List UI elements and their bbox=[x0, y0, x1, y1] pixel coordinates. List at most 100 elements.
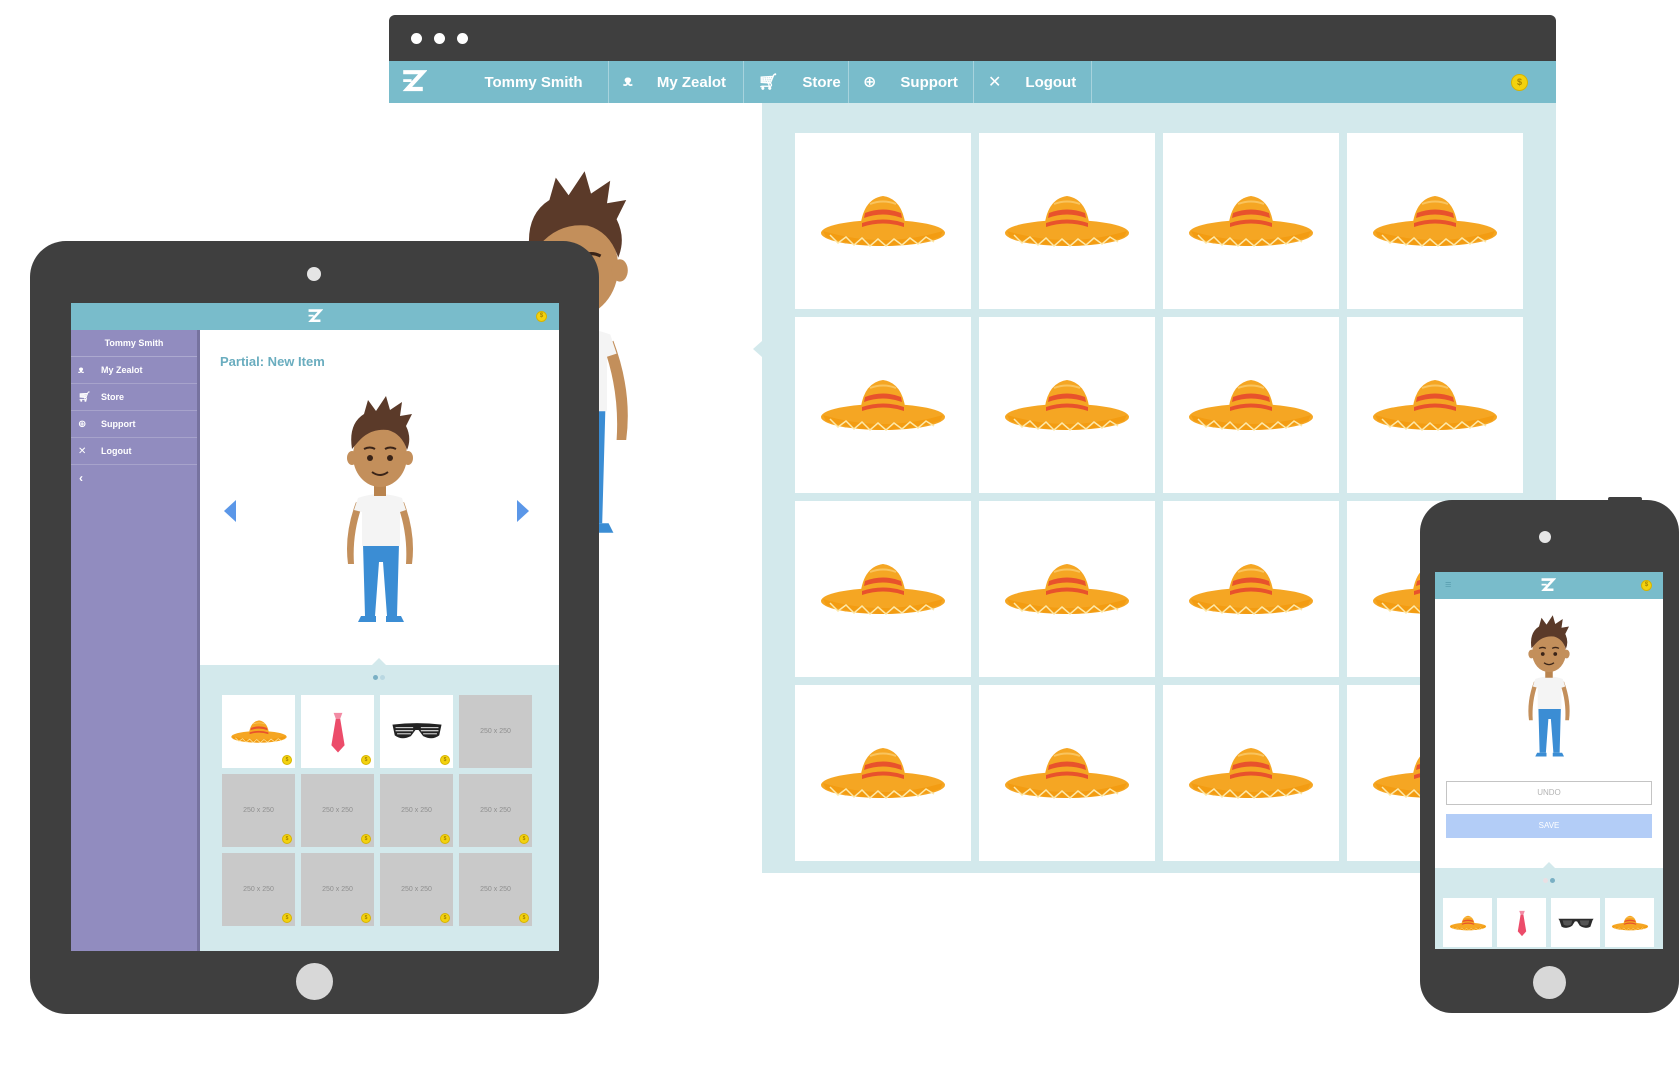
sidebar-user-name[interactable]: Tommy Smith bbox=[71, 330, 197, 357]
window-dot bbox=[411, 33, 422, 44]
panel-pointer bbox=[372, 658, 386, 665]
sombrero-icon bbox=[1186, 191, 1316, 251]
nav-item-label: Store bbox=[802, 73, 841, 91]
item-tile[interactable]: $ bbox=[222, 695, 295, 768]
browser-title-bar bbox=[389, 15, 1556, 61]
sidebar-item-support[interactable]: ⊕ Support bbox=[71, 411, 197, 438]
coin-icon: $ bbox=[519, 834, 529, 844]
store-item-tile[interactable] bbox=[795, 133, 971, 309]
panel-pointer bbox=[753, 341, 762, 357]
nav-item-label: My Zealot bbox=[656, 73, 727, 91]
sidebar-item-label: Store bbox=[101, 392, 125, 402]
pager-dot-active[interactable] bbox=[373, 675, 378, 680]
sunglasses-icon bbox=[1557, 915, 1595, 931]
item-tile[interactable]: 250 x 250 $ bbox=[222, 853, 295, 926]
pager-dot[interactable] bbox=[380, 675, 385, 680]
store-item-tile[interactable] bbox=[1163, 685, 1339, 861]
item-tile[interactable]: 250 x 250 $ bbox=[459, 853, 532, 926]
zealot-logo-icon[interactable] bbox=[306, 308, 323, 325]
store-item-tile[interactable] bbox=[795, 685, 971, 861]
pager-dot[interactable] bbox=[1543, 878, 1548, 883]
close-icon: ✕ bbox=[988, 74, 1002, 91]
sombrero-icon bbox=[230, 718, 288, 745]
save-button[interactable]: SAVE bbox=[1446, 814, 1652, 838]
store-item-tile[interactable] bbox=[1163, 317, 1339, 493]
tablet-item-grid: $ $ $250 x 250 250 x 250 $250 x 250 $250 x 25… bbox=[222, 695, 532, 926]
undo-button[interactable]: UNDO bbox=[1446, 781, 1652, 805]
item-picker-panel: $ $ $250 x 250 250 x 250 $250 x 250 $250 x 25… bbox=[200, 658, 559, 951]
store-item-tile[interactable] bbox=[1347, 317, 1523, 493]
phone-camera bbox=[1539, 531, 1551, 543]
sidebar-item-my-zealot[interactable]: ᴥ My Zealot bbox=[71, 357, 197, 384]
pager-dots[interactable] bbox=[372, 673, 386, 680]
coin-icon: $ bbox=[361, 913, 371, 923]
cart-icon: 🛒︎ bbox=[78, 391, 91, 403]
page-title: Partial: New Item bbox=[220, 354, 325, 369]
item-tile[interactable] bbox=[1443, 898, 1492, 947]
pager-dot-active[interactable] bbox=[1550, 878, 1555, 883]
chevron-left-icon[interactable]: ‹ bbox=[71, 465, 197, 492]
nav-item-logout[interactable]: ✕ Logout bbox=[974, 61, 1092, 103]
phone-top-bar: ≡ $ bbox=[1435, 572, 1663, 599]
placeholder-label: 250 x 250 bbox=[480, 886, 511, 893]
nav-item-label: Support bbox=[900, 73, 958, 91]
nav-item-store[interactable]: 🛒︎ Store bbox=[744, 61, 849, 103]
phone-home-button bbox=[1533, 966, 1566, 999]
item-tile[interactable]: 250 x 250 $ bbox=[301, 853, 374, 926]
item-tile[interactable]: $ bbox=[301, 695, 374, 768]
next-arrow-icon[interactable] bbox=[517, 500, 529, 522]
coin-icon[interactable]: $ bbox=[1641, 580, 1652, 591]
tie-icon bbox=[327, 709, 349, 755]
sombrero-icon bbox=[1002, 743, 1132, 803]
item-tile[interactable] bbox=[1551, 898, 1600, 947]
nav-item-support[interactable]: ⊕ Support bbox=[849, 61, 974, 103]
store-item-tile[interactable] bbox=[979, 501, 1155, 677]
sombrero-icon bbox=[1002, 559, 1132, 619]
store-item-tile[interactable] bbox=[979, 317, 1155, 493]
sombrero-icon bbox=[1370, 191, 1500, 251]
sidebar-item-label: Support bbox=[101, 419, 136, 429]
hamburger-menu-icon[interactable]: ≡ bbox=[1445, 580, 1451, 591]
coin-icon: $ bbox=[361, 834, 371, 844]
previous-arrow-icon[interactable] bbox=[224, 500, 236, 522]
tablet-screen: $ Tommy Smith ᴥ My Zealot 🛒︎ Store ⊕ Sup… bbox=[71, 303, 559, 951]
zealot-logo-icon[interactable] bbox=[399, 68, 427, 96]
tablet-main-content: Partial: New Item $ $ $250 x 250 250 x 250 $… bbox=[200, 330, 559, 951]
user-name-label: Tommy Smith bbox=[484, 73, 583, 91]
item-tile[interactable]: $ bbox=[380, 695, 453, 768]
store-item-tile[interactable] bbox=[795, 317, 971, 493]
item-tile[interactable]: 250 x 250 $ bbox=[380, 853, 453, 926]
sombrero-icon bbox=[818, 559, 948, 619]
nav-user-name[interactable]: Tommy Smith bbox=[459, 61, 609, 103]
item-tile[interactable]: 250 x 250 $ bbox=[459, 774, 532, 847]
cart-icon: 🛒︎ bbox=[758, 74, 779, 91]
store-item-tile[interactable] bbox=[795, 501, 971, 677]
store-item-tile[interactable] bbox=[1347, 133, 1523, 309]
coin-icon: $ bbox=[519, 913, 529, 923]
store-item-tile[interactable] bbox=[1163, 501, 1339, 677]
nav-item-my-zealot[interactable]: ᴥ My Zealot bbox=[609, 61, 744, 103]
tablet-top-bar: $ bbox=[71, 303, 559, 330]
sombrero-icon bbox=[1449, 914, 1487, 932]
item-tile[interactable]: 250 x 250 $ bbox=[301, 774, 374, 847]
pager-dots[interactable] bbox=[1542, 876, 1556, 883]
coin-icon: $ bbox=[282, 834, 292, 844]
item-tile[interactable] bbox=[1497, 898, 1546, 947]
sidebar-item-logout[interactable]: ✕ Logout bbox=[71, 438, 197, 465]
mustache-icon: ᴥ bbox=[78, 364, 85, 376]
item-tile[interactable]: 250 x 250 $ bbox=[222, 774, 295, 847]
sidebar-item-store[interactable]: 🛒︎ Store bbox=[71, 384, 197, 411]
store-item-tile[interactable] bbox=[979, 133, 1155, 309]
item-tile[interactable]: 250 x 250 bbox=[459, 695, 532, 768]
item-tile[interactable]: 250 x 250 $ bbox=[380, 774, 453, 847]
mustache-icon: ᴥ bbox=[623, 73, 633, 90]
item-tile[interactable] bbox=[1605, 898, 1654, 947]
window-dot bbox=[434, 33, 445, 44]
store-item-tile[interactable] bbox=[979, 685, 1155, 861]
placeholder-label: 250 x 250 bbox=[480, 728, 511, 735]
phone-mockup: ≡ $ UNDO SAVE bbox=[1420, 497, 1679, 1013]
zealot-logo-icon[interactable] bbox=[1539, 577, 1556, 594]
coin-icon[interactable]: $ bbox=[536, 311, 547, 322]
store-item-tile[interactable] bbox=[1163, 133, 1339, 309]
coin-icon[interactable]: $ bbox=[1511, 74, 1528, 91]
